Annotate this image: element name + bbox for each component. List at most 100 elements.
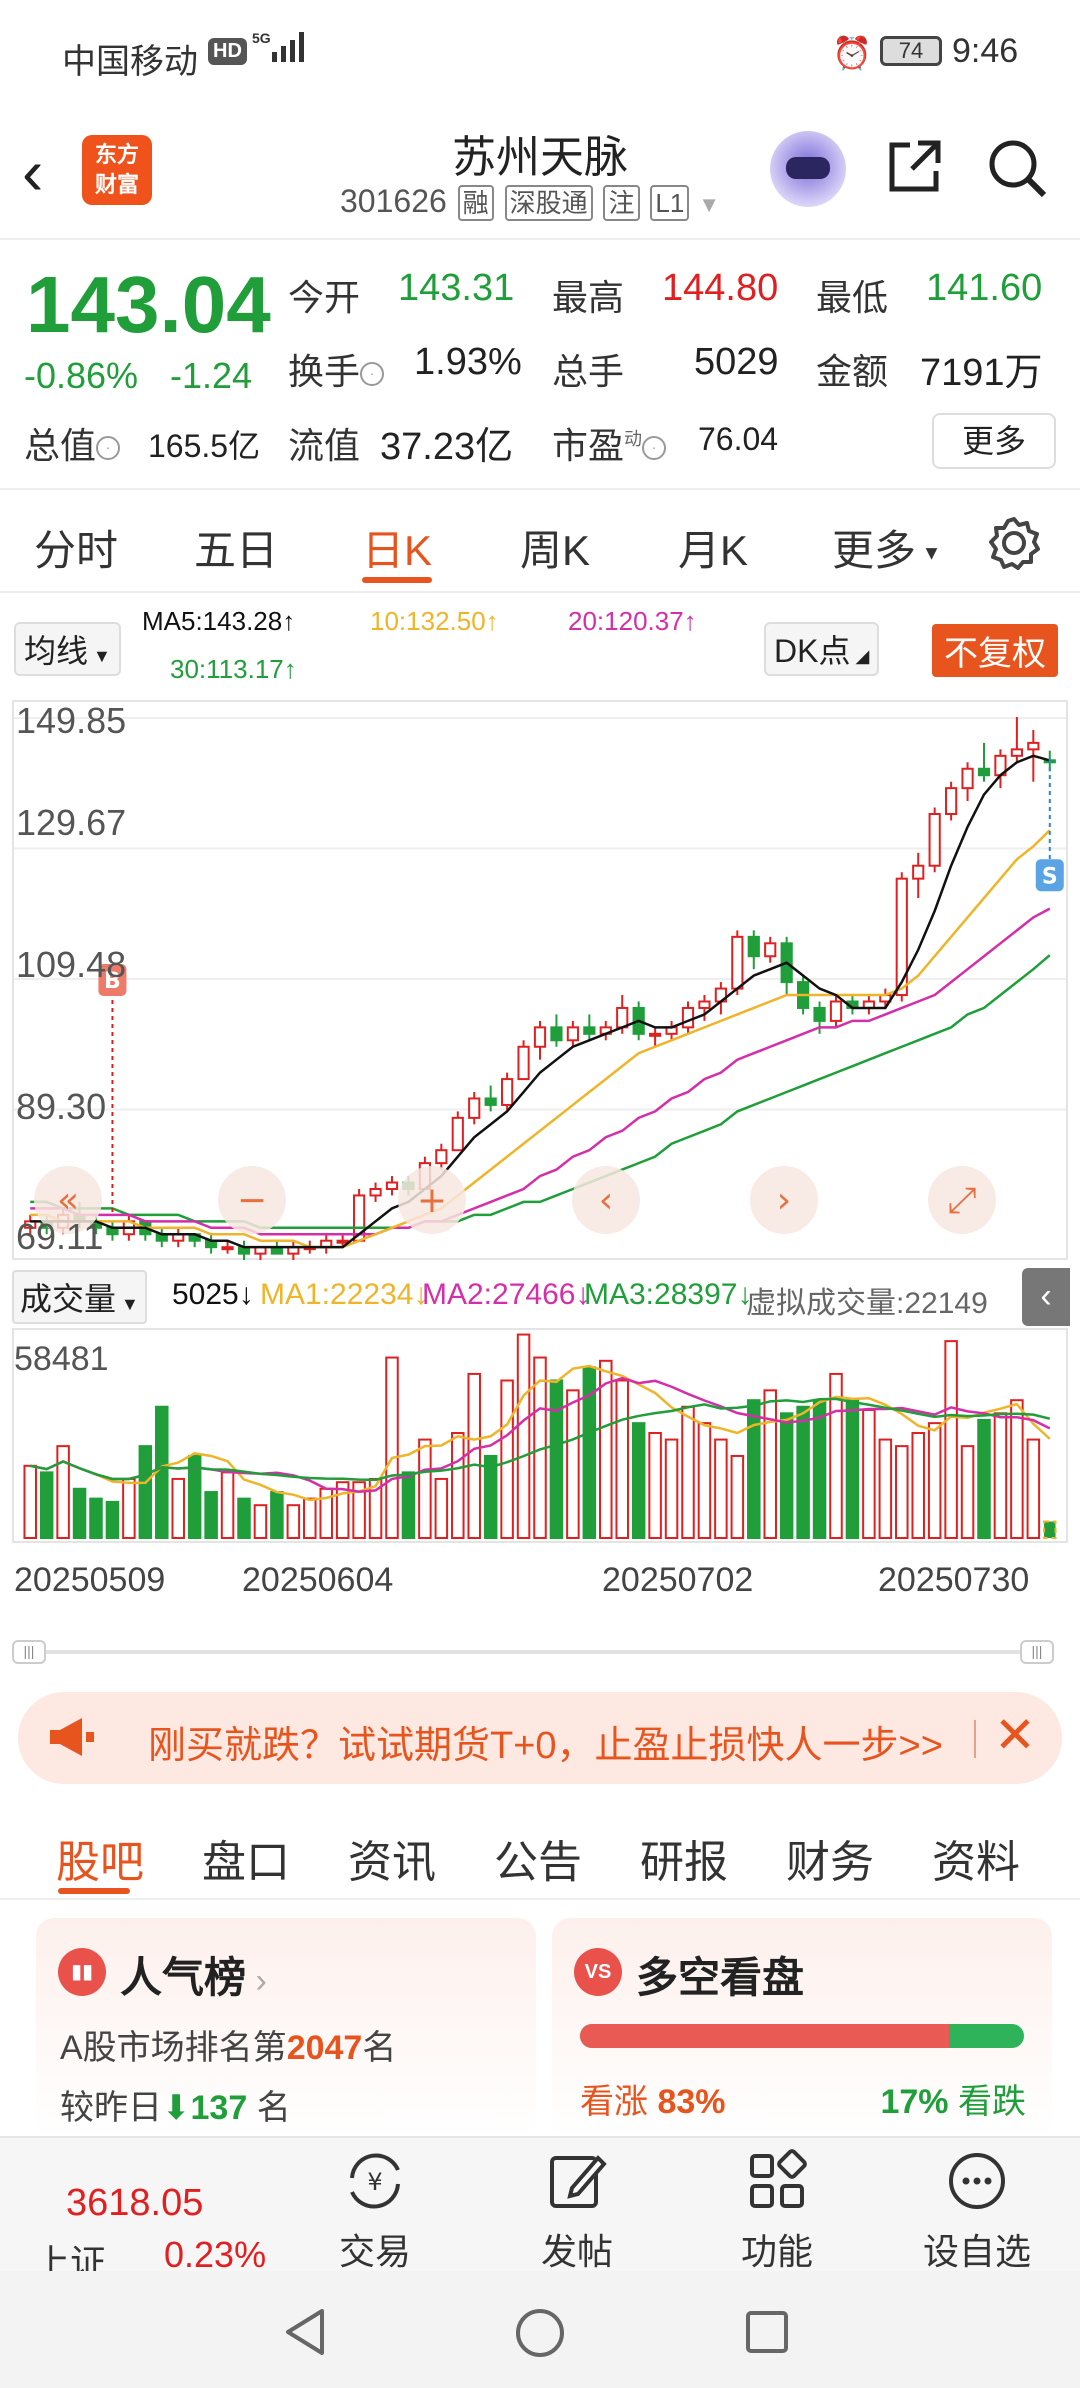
zoom-out-icon[interactable]: − bbox=[218, 1166, 286, 1234]
back-icon[interactable]: ‹ bbox=[22, 135, 43, 209]
adjust-mode-button[interactable]: 不复权 bbox=[932, 624, 1058, 677]
volume-bar bbox=[516, 1333, 531, 1539]
next-icon[interactable]: › bbox=[750, 1166, 818, 1234]
pe-label: 市盈动 · bbox=[552, 417, 667, 469]
tab-intraday[interactable]: 分时 bbox=[34, 517, 118, 578]
back-triangle-icon[interactable] bbox=[282, 2307, 330, 2357]
mktcap-value: 165.5亿 bbox=[148, 428, 261, 464]
volume-bar bbox=[566, 1389, 580, 1539]
nav-button-glyph: + bbox=[417, 1180, 447, 1221]
ai-robot-icon[interactable] bbox=[770, 131, 846, 207]
search-icon[interactable] bbox=[986, 137, 1048, 199]
tab-daily-k[interactable]: 日K bbox=[362, 517, 432, 578]
more-button[interactable]: 更多 bbox=[932, 413, 1056, 469]
volume-bar bbox=[122, 1477, 136, 1539]
tab-order-book[interactable]: 盘口 bbox=[202, 1826, 290, 1890]
ma-selector[interactable]: 均线 ▼ bbox=[14, 622, 121, 676]
dk-point-selector[interactable]: DK点 ◢ bbox=[764, 622, 880, 676]
volume-indicator-selector[interactable]: 成交量 ▼ bbox=[12, 1270, 147, 1324]
candle-body bbox=[829, 1000, 843, 1022]
y-tick: 89.30 bbox=[16, 1086, 107, 1127]
tab-more[interactable]: 更多 ▼ bbox=[832, 517, 941, 578]
alarm-icon: ⏰ bbox=[832, 35, 872, 71]
gear-icon[interactable] bbox=[986, 515, 1042, 571]
vs-icon: VS bbox=[574, 1948, 622, 1996]
volume-bar bbox=[401, 1471, 416, 1539]
zoom-in-icon[interactable]: + bbox=[398, 1166, 466, 1234]
collapse-panel-icon[interactable]: ‹ bbox=[1022, 1268, 1070, 1326]
app-logo[interactable]: 东方 财富 bbox=[82, 135, 152, 205]
range-handle-left[interactable]: ||| bbox=[12, 1640, 46, 1664]
tab-five-day[interactable]: 五日 bbox=[194, 517, 278, 578]
tab-announcements[interactable]: 公告 bbox=[494, 1826, 582, 1890]
content-tabs: 股吧 盘口 资讯 公告 研报 财务 资料 bbox=[0, 1800, 1080, 1900]
stock-code-row[interactable]: 301626 融 深股通 注 L1 ▼ bbox=[340, 183, 720, 221]
stock-code: 301626 bbox=[340, 183, 447, 219]
tab-financials[interactable]: 财务 bbox=[786, 1826, 874, 1890]
stock-name[interactable]: 苏州天脉 bbox=[380, 121, 700, 185]
volume-bar bbox=[237, 1497, 251, 1539]
tab-monthly-k[interactable]: 月K bbox=[678, 517, 748, 578]
volume-bar bbox=[944, 1340, 958, 1539]
edit-icon bbox=[550, 2155, 607, 2208]
bear-label: 17% 看跌 bbox=[880, 2083, 1026, 2121]
candle-body bbox=[928, 813, 941, 867]
info-icon[interactable]: · bbox=[96, 436, 121, 461]
nav-post[interactable]: 发帖 bbox=[512, 2148, 642, 2275]
card-title: 人气榜 › bbox=[120, 1954, 267, 2001]
nav-functions[interactable]: 功能 bbox=[712, 2148, 842, 2275]
volume-bar bbox=[631, 1422, 646, 1539]
candle-body bbox=[747, 935, 760, 958]
home-circle-icon[interactable] bbox=[514, 2307, 566, 2359]
rank-change-line: 较昨日⬇137 名 bbox=[60, 2089, 291, 2127]
tag-level: L1 bbox=[650, 185, 690, 221]
volume-bar bbox=[681, 1405, 695, 1539]
amount-value: 7191万 bbox=[920, 352, 1043, 394]
bar-chart-icon: ▮▮ bbox=[58, 1948, 106, 1996]
recents-square-icon[interactable] bbox=[744, 2309, 790, 2355]
volume-bar bbox=[960, 1445, 975, 1539]
nav-add-watchlist[interactable]: 设自选 bbox=[912, 2148, 1042, 2275]
volume-bar bbox=[730, 1454, 745, 1539]
tab-forum[interactable]: 股吧 bbox=[56, 1826, 144, 1890]
tag-margin: 融 bbox=[457, 185, 494, 221]
volume-current: 5025↓ bbox=[172, 1278, 254, 1311]
share-icon[interactable] bbox=[884, 137, 944, 197]
volume-bar bbox=[911, 1432, 925, 1539]
popularity-card[interactable]: ▮▮ 人气榜 › A股市场排名第2047名 较昨日⬇137 名 bbox=[36, 1918, 536, 2138]
prev-icon[interactable]: ‹ bbox=[572, 1166, 640, 1234]
nav-button-glyph: ‹ bbox=[599, 1180, 613, 1221]
turnover-value: 1.93% bbox=[414, 341, 522, 383]
more-dots-icon bbox=[949, 2153, 1005, 2209]
amount-label: 金额 bbox=[816, 351, 889, 392]
tab-profile[interactable]: 资料 bbox=[932, 1826, 1020, 1890]
info-icon[interactable]: · bbox=[642, 436, 667, 461]
volume-label: 总手 bbox=[552, 351, 625, 392]
candle-body bbox=[681, 1006, 695, 1029]
promo-text[interactable]: 刚买就跌？试试期货T+0，止盈止损快人一步>> bbox=[148, 1714, 943, 1769]
mktcap-label: 总值 · bbox=[24, 417, 121, 469]
range-handle-right[interactable]: ||| bbox=[1020, 1640, 1054, 1664]
nav-trade[interactable]: ¥ 交易 bbox=[310, 2148, 440, 2275]
nav-button-glyph: › bbox=[777, 1180, 791, 1221]
index-value[interactable]: 3618.05 bbox=[66, 2182, 203, 2225]
volume-chart[interactable]: 58481 bbox=[12, 1328, 1068, 1543]
tab-news[interactable]: 资讯 bbox=[348, 1826, 436, 1890]
volume-bar bbox=[796, 1405, 810, 1539]
promo-banner[interactable]: 刚买就跌？试试期货T+0，止盈止损快人一步>> ✕ bbox=[18, 1692, 1062, 1784]
tab-research[interactable]: 研报 bbox=[640, 1826, 728, 1890]
index-percent[interactable]: 0.23% bbox=[164, 2234, 266, 2276]
volume-bar bbox=[747, 1399, 761, 1539]
candle-body bbox=[533, 1026, 547, 1048]
bull-bear-card[interactable]: VS 多空看盘 看涨 83% 17% 看跌 bbox=[552, 1918, 1052, 2138]
nav-button-glyph: − bbox=[237, 1180, 267, 1221]
date-axis: 20250509 20250604 20250702 20250730 bbox=[12, 1555, 1068, 1615]
kline-chart[interactable]: B S «− + ‹ › ⤢ 149.85 129.67 109.48 89.30 69.1… bbox=[12, 700, 1068, 1260]
tab-weekly-k[interactable]: 周K bbox=[520, 517, 590, 578]
fullscreen-icon[interactable]: ⤢ bbox=[928, 1166, 996, 1234]
close-icon[interactable]: ✕ bbox=[994, 1706, 1036, 1764]
bottom-nav: 3618.05 上证 0.23% ¥ 交易 发帖 功能 设自选 bbox=[0, 2136, 1080, 2283]
dropdown-triangle-icon: ▼ bbox=[698, 192, 720, 217]
range-scrollbar[interactable]: ||| ||| bbox=[12, 1640, 1068, 1664]
info-icon[interactable]: · bbox=[360, 362, 385, 387]
